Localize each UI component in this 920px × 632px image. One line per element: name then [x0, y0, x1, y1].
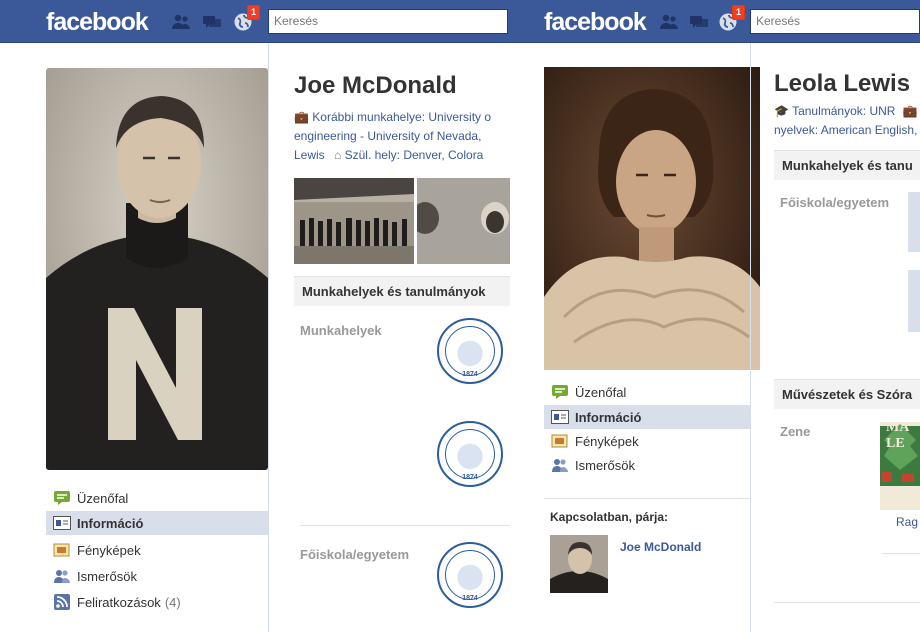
info-line3: Lewis ⌂ Szül. hely: Denver, Colora — [294, 146, 483, 165]
info-education: 🎓 Tanulmányok: UNR 💼 — [774, 102, 918, 121]
nav-label: Ismerősök — [575, 457, 635, 473]
photos-icon — [53, 542, 71, 558]
nav-photos[interactable]: Fényképek — [544, 429, 750, 453]
info-languages[interactable]: nyelvek: American English, — [774, 121, 917, 140]
briefcase-icon: 💼 — [294, 110, 309, 124]
section-work-education: Munkahelyek és tanu — [774, 150, 920, 180]
info-workplace: 💼 Korábbi munkahelye: University o — [294, 108, 491, 127]
nav-label: Ismerősök — [77, 568, 137, 584]
profile-photo-leola[interactable] — [544, 67, 760, 370]
music-album-title: MA LE — [886, 420, 909, 451]
profile-photo-joe[interactable] — [46, 68, 268, 470]
separator — [882, 553, 920, 554]
wall-speech-bubble-icon — [551, 384, 569, 400]
briefcase-icon: 💼 — [902, 104, 918, 118]
top-navigation-bar: facebook 1 Keresés — [0, 0, 510, 43]
friends-icon — [53, 568, 71, 584]
university-seal-icon[interactable]: 1874 — [437, 421, 503, 487]
column-divider — [268, 43, 269, 632]
nav-subscriptions[interactable]: Feliratkozások (4) — [46, 590, 268, 614]
nav-label: Feliratkozások — [77, 594, 161, 610]
photo-strip-item[interactable] — [417, 178, 510, 264]
work-label: Munkahelyek — [300, 323, 382, 338]
partner-avatar[interactable] — [550, 535, 608, 593]
notifications-globe-icon[interactable]: 1 — [717, 5, 745, 33]
nav-label: Információ — [575, 409, 642, 425]
separator — [774, 602, 920, 603]
workplace-text[interactable]: Korábbi munkahelye: University o — [312, 110, 491, 124]
search-input[interactable]: Keresés — [750, 9, 920, 34]
separator — [544, 498, 750, 499]
friend-requests-icon[interactable] — [170, 11, 192, 33]
section-work-education: Munkahelyek és tanulmányok — [294, 276, 510, 306]
profile-panel-joe: facebook 1 Keresés Üzenőfal Információ F… — [0, 0, 510, 632]
nav-label: Üzenőfal — [575, 384, 627, 400]
nav-label: Fényképek — [77, 542, 141, 558]
profile-name: Leola Lewis — [774, 70, 911, 97]
university-seal-icon[interactable]: 1874 — [437, 318, 503, 384]
nav-label: Fényképek — [575, 433, 639, 449]
top-navigation-bar: facebook 1 Keresés — [510, 0, 920, 43]
photos-icon — [551, 433, 569, 449]
column-divider — [750, 43, 751, 632]
friends-icon — [551, 457, 569, 473]
notification-badge: 1 — [731, 5, 745, 20]
nav-info[interactable]: Információ — [46, 511, 268, 535]
wall-speech-bubble-icon — [53, 490, 71, 506]
home-icon: ⌂ — [334, 148, 342, 162]
birthplace-text[interactable]: Szül. hely: Denver, Colora — [345, 148, 484, 162]
subscription-count: (4) — [164, 594, 181, 610]
rss-feed-icon — [53, 594, 71, 610]
profile-name: Joe McDonald — [294, 72, 457, 99]
messages-icon[interactable] — [201, 11, 223, 33]
notifications-globe-icon[interactable]: 1 — [232, 5, 260, 33]
nav-photos[interactable]: Fényképek — [46, 538, 268, 562]
nav-wall[interactable]: Üzenőfal — [46, 486, 268, 510]
partner-name-link[interactable]: Joe McDonald — [620, 540, 701, 554]
music-item-link[interactable]: Rag — [896, 515, 918, 529]
info-education[interactable]: engineering - University of Nevada, — [294, 127, 481, 146]
search-input[interactable]: Keresés — [268, 9, 508, 34]
school-thumbnail[interactable] — [908, 270, 920, 332]
school-thumbnail[interactable] — [908, 192, 920, 252]
nav-wall[interactable]: Üzenőfal — [544, 380, 750, 404]
nav-info[interactable]: Információ — [544, 405, 750, 429]
friend-requests-icon[interactable] — [658, 11, 680, 33]
school-label: Főiskola/egyetem — [780, 195, 890, 210]
nav-friends[interactable]: Ismerősök — [544, 453, 750, 477]
profile-panel-leola: facebook 1 Keresés Üzenőfal Információ F… — [510, 0, 920, 632]
music-label: Zene — [780, 424, 811, 439]
separator — [300, 525, 510, 526]
messages-icon[interactable] — [688, 11, 710, 33]
university-seal-icon[interactable]: 1874 — [437, 542, 503, 608]
facebook-logo[interactable]: facebook — [544, 8, 647, 37]
nav-label: Üzenőfal — [77, 490, 129, 506]
education-text[interactable]: Tanulmányok: UNR — [792, 104, 895, 118]
school-label: Főiskola/egyetem — [300, 547, 410, 562]
relationship-label: Kapcsolatban, párja: — [550, 510, 669, 524]
graduation-cap-icon: 🎓 — [774, 104, 789, 118]
notification-badge: 1 — [246, 5, 260, 20]
nav-friends[interactable]: Ismerősök — [46, 564, 268, 588]
nav-label: Információ — [77, 515, 144, 531]
relationship-link[interactable]: Lewis — [294, 148, 325, 162]
info-card-icon — [53, 515, 71, 531]
facebook-logo[interactable]: facebook — [46, 8, 149, 37]
photo-strip-item[interactable] — [294, 178, 414, 264]
section-arts-entertainment: Művészetek és Szóra — [774, 379, 920, 409]
info-card-icon — [551, 409, 569, 425]
